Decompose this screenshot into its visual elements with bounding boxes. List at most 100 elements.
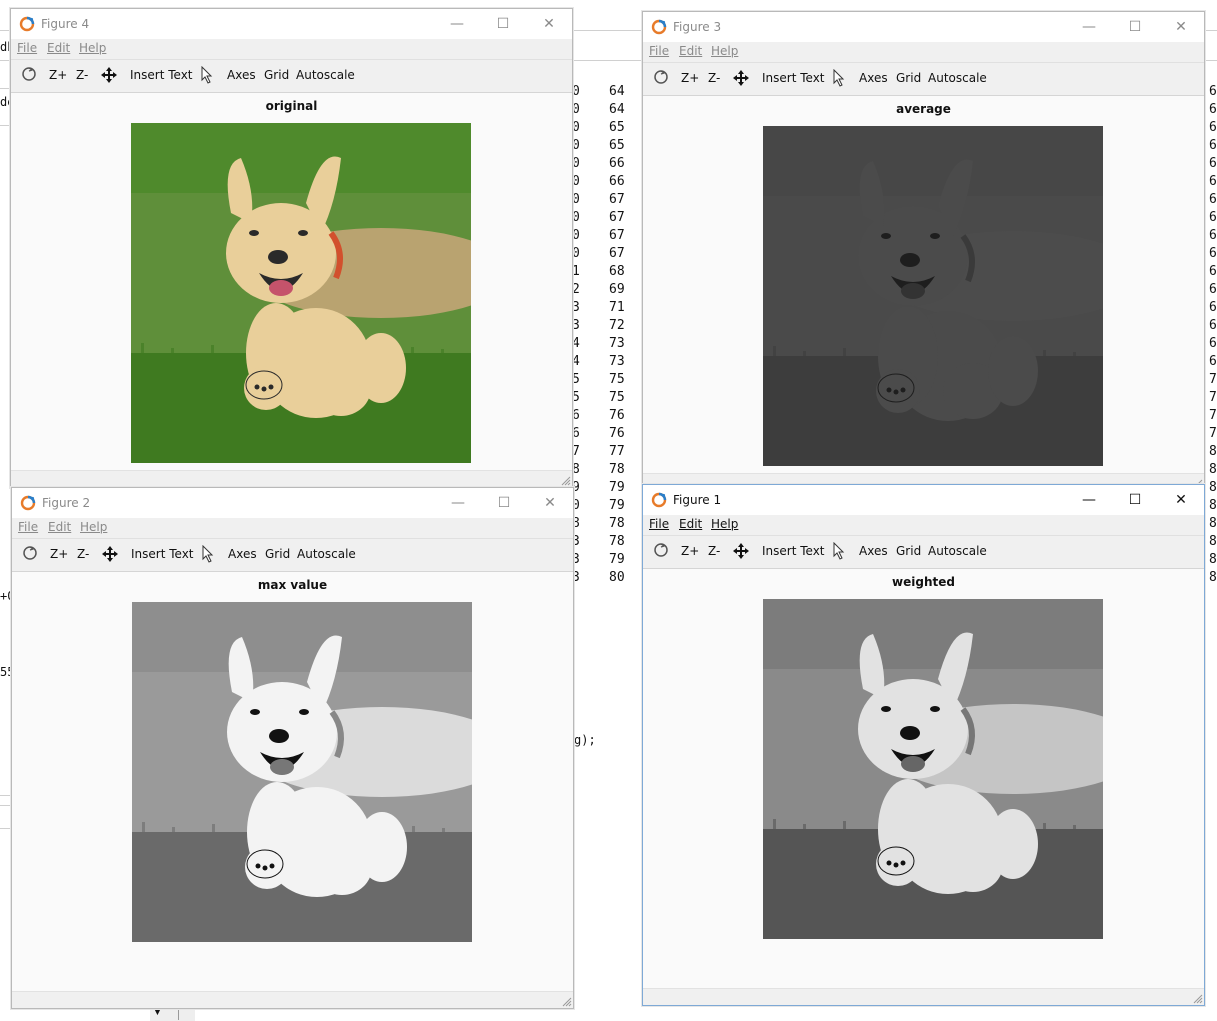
zoom-out-button[interactable]: Z- — [76, 68, 88, 82]
editor-value-prefix: 6 — [572, 426, 580, 441]
editor-line — [1204, 30, 1217, 31]
menu-file[interactable]: File — [649, 44, 669, 58]
resize-grip-icon[interactable] — [561, 476, 571, 486]
rotate-icon[interactable] — [22, 545, 38, 564]
plot-area: original — [11, 93, 572, 487]
minimize-icon[interactable]: — — [435, 491, 481, 515]
menu-file[interactable]: File — [18, 520, 38, 534]
menu-help[interactable]: Help — [711, 517, 738, 531]
window-title: Figure 2 — [42, 496, 91, 510]
menu-bar: File Edit Help — [643, 42, 1204, 63]
autoscale-button[interactable]: Autoscale — [928, 71, 987, 85]
autoscale-button[interactable]: Autoscale — [297, 547, 356, 561]
minimize-icon[interactable]: — — [434, 12, 480, 36]
insert-text-button[interactable]: Insert Text — [130, 68, 193, 82]
zoom-in-button[interactable]: Z+ — [50, 547, 68, 561]
menu-file[interactable]: File — [649, 517, 669, 531]
close-icon[interactable]: ✕ — [1158, 15, 1204, 39]
close-icon[interactable]: ✕ — [527, 491, 573, 515]
insert-text-button[interactable]: Insert Text — [762, 544, 825, 558]
maximize-icon[interactable]: ☐ — [480, 12, 526, 36]
grid-button[interactable]: Grid — [896, 544, 921, 558]
zoom-in-button[interactable]: Z+ — [49, 68, 67, 82]
insert-text-button[interactable]: Insert Text — [762, 71, 825, 85]
window-title: Figure 3 — [673, 20, 722, 34]
resize-grip-icon[interactable] — [1193, 994, 1203, 1004]
pan-icon[interactable] — [100, 66, 118, 87]
zoom-out-button[interactable]: Z- — [77, 547, 89, 561]
menu-help[interactable]: Help — [711, 44, 738, 58]
close-icon[interactable]: ✕ — [1158, 488, 1204, 512]
editor-value: 72 — [609, 318, 625, 333]
menu-help[interactable]: Help — [79, 41, 106, 55]
menu-edit[interactable]: Edit — [679, 44, 702, 58]
figure-window[interactable]: Figure 4 — ☐ ✕ File Edit Help Z+ Z- Inse… — [10, 8, 573, 488]
autoscale-button[interactable]: Autoscale — [928, 544, 987, 558]
zoom-in-button[interactable]: Z+ — [681, 544, 699, 558]
rotate-icon[interactable] — [21, 66, 37, 85]
pointer-icon[interactable] — [832, 68, 846, 90]
pointer-icon[interactable] — [201, 544, 215, 566]
axes-button[interactable]: Axes — [859, 544, 888, 558]
maximize-icon[interactable]: ☐ — [1112, 15, 1158, 39]
menu-edit[interactable]: Edit — [47, 41, 70, 55]
menu-bar: File Edit Help — [643, 515, 1204, 536]
pan-icon[interactable] — [101, 545, 119, 566]
grid-button[interactable]: Grid — [264, 68, 289, 82]
resize-grip-icon[interactable] — [562, 997, 572, 1007]
editor-value: 6 — [1209, 264, 1217, 279]
editor-value: 79 — [609, 480, 625, 495]
zoom-in-button[interactable]: Z+ — [681, 71, 699, 85]
axes-button[interactable]: Axes — [859, 71, 888, 85]
editor-value: 67 — [609, 228, 625, 243]
editor-value: 6 — [1209, 174, 1217, 189]
figure-window[interactable]: Figure 2 — ☐ ✕ File Edit Help Z+ Z- Inse… — [11, 487, 574, 1009]
editor-value: 6 — [1209, 84, 1217, 99]
minimize-icon[interactable]: — — [1066, 15, 1112, 39]
editor-value: 8 — [1209, 480, 1217, 495]
autoscale-button[interactable]: Autoscale — [296, 68, 355, 82]
status-bar — [11, 470, 572, 487]
editor-value-prefix: 3 — [572, 318, 580, 333]
title-bar[interactable]: Figure 1 — ☐ ✕ — [643, 485, 1204, 515]
image-axes — [131, 123, 471, 463]
pan-icon[interactable] — [732, 69, 750, 90]
figure-toolbar: Z+ Z- Insert Text Axes Grid Autoscale — [643, 536, 1204, 569]
zoom-out-button[interactable]: Z- — [708, 544, 720, 558]
pointer-icon[interactable] — [832, 541, 846, 563]
octave-logo-icon — [651, 492, 667, 508]
editor-value-prefix: 1 — [572, 264, 580, 279]
grid-button[interactable]: Grid — [265, 547, 290, 561]
pointer-icon[interactable] — [200, 65, 214, 87]
figure-window[interactable]: Figure 1 — ☐ ✕ File Edit Help Z+ Z- Inse… — [642, 484, 1205, 1006]
pan-icon[interactable] — [732, 542, 750, 563]
editor-value: 7 — [1209, 408, 1217, 423]
minimize-icon[interactable]: — — [1066, 488, 1112, 512]
menu-file[interactable]: File — [17, 41, 37, 55]
editor-value: 6 — [1209, 318, 1217, 333]
zoom-out-button[interactable]: Z- — [708, 71, 720, 85]
menu-help[interactable]: Help — [80, 520, 107, 534]
rotate-icon[interactable] — [653, 69, 669, 88]
rotate-icon[interactable] — [653, 542, 669, 561]
editor-value-prefix: 0 — [572, 192, 580, 207]
maximize-icon[interactable]: ☐ — [481, 491, 527, 515]
editor-value: 6 — [1209, 336, 1217, 351]
close-icon[interactable]: ✕ — [526, 12, 572, 36]
editor-value: 79 — [609, 498, 625, 513]
figure-window[interactable]: Figure 3 — ☐ ✕ File Edit Help Z+ Z- Inse… — [642, 11, 1205, 491]
editor-value: 73 — [609, 336, 625, 351]
title-bar[interactable]: Figure 2 — ☐ ✕ — [12, 488, 573, 518]
axes-button[interactable]: Axes — [227, 68, 256, 82]
editor-value-prefix: 0 — [572, 228, 580, 243]
menu-edit[interactable]: Edit — [679, 517, 702, 531]
editor-value: 66 — [609, 156, 625, 171]
maximize-icon[interactable]: ☐ — [1112, 488, 1158, 512]
editor-value: 6 — [1209, 192, 1217, 207]
title-bar[interactable]: Figure 3 — ☐ ✕ — [643, 12, 1204, 42]
insert-text-button[interactable]: Insert Text — [131, 547, 194, 561]
grid-button[interactable]: Grid — [896, 71, 921, 85]
menu-edit[interactable]: Edit — [48, 520, 71, 534]
title-bar[interactable]: Figure 4 — ☐ ✕ — [11, 9, 572, 39]
axes-button[interactable]: Axes — [228, 547, 257, 561]
